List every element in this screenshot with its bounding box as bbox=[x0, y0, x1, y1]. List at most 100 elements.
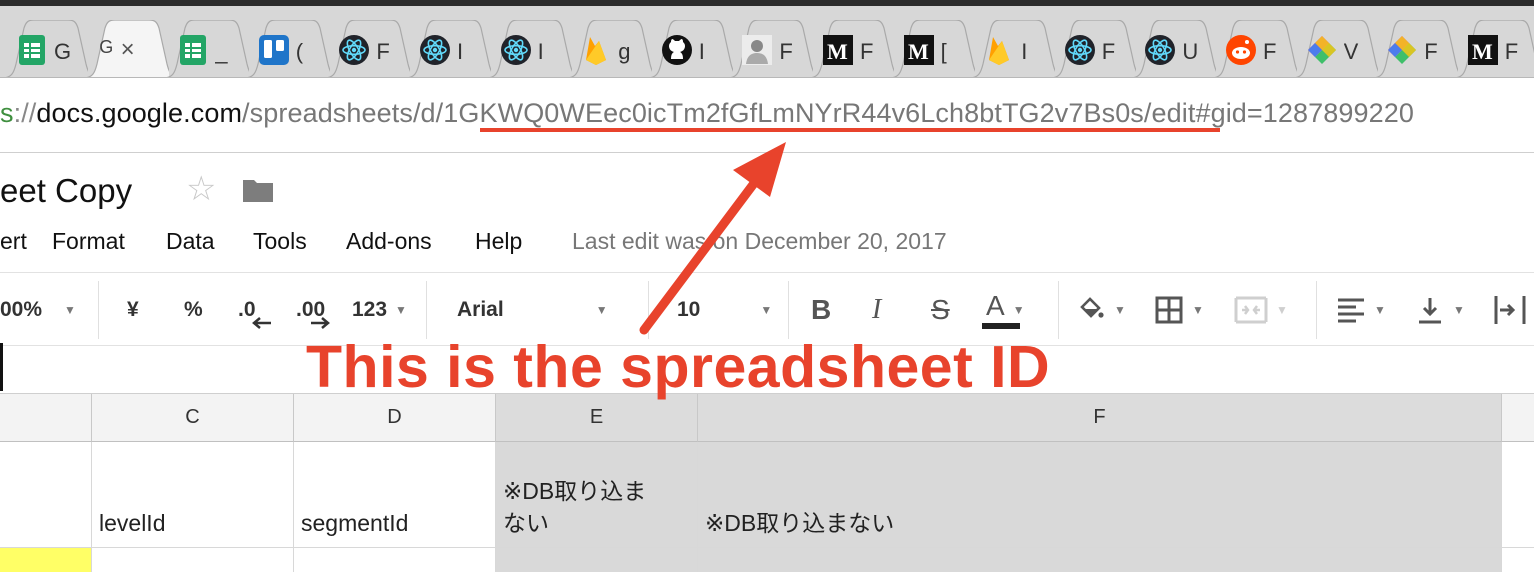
react-icon bbox=[419, 34, 451, 66]
last-edit-link[interactable]: Last edit was on December 20, 2017 bbox=[572, 228, 947, 255]
chevron-down-icon: ▼ bbox=[595, 303, 608, 317]
toolbar-divider bbox=[1058, 281, 1059, 339]
percent-button[interactable]: % bbox=[184, 273, 203, 347]
vertical-align-button[interactable]: ▼ bbox=[1415, 273, 1465, 347]
medium-icon: M bbox=[822, 34, 854, 66]
cell-g1[interactable] bbox=[1502, 442, 1534, 548]
folder-icon[interactable] bbox=[242, 177, 274, 203]
column-header-c[interactable]: C bbox=[92, 394, 294, 442]
tab-title: F bbox=[376, 39, 390, 64]
merge-cells-icon bbox=[1234, 296, 1268, 324]
tab-title: I bbox=[1021, 39, 1028, 64]
cell-e1[interactable]: ※DB取り込ま ない bbox=[496, 442, 698, 548]
browser-tab-18[interactable]: MF bbox=[1453, 20, 1534, 77]
url-text[interactable]: s://docs.google.com/spreadsheets/d/1GKWQ… bbox=[0, 98, 1414, 129]
tab-title: I bbox=[698, 39, 705, 64]
borders-button[interactable]: ▼ bbox=[1154, 273, 1204, 347]
browser-tab-16[interactable]: V bbox=[1292, 20, 1378, 77]
menu-tools[interactable]: Tools bbox=[253, 228, 307, 255]
browser-tab-17[interactable]: F bbox=[1372, 20, 1459, 77]
paint-bucket-icon bbox=[1080, 297, 1104, 318]
star-icon[interactable]: ☆ bbox=[186, 172, 216, 206]
browser-tab-9[interactable]: F bbox=[727, 20, 814, 77]
menu-addons[interactable]: Add-ons bbox=[346, 228, 432, 255]
browser-tab-7[interactable]: g bbox=[566, 20, 653, 77]
browser-tab-2[interactable]: _ bbox=[163, 20, 250, 77]
horizontal-align-button[interactable]: ▼ bbox=[1336, 273, 1386, 347]
cell-d1[interactable]: segmentId bbox=[294, 442, 496, 548]
browser-tab-4[interactable]: F bbox=[324, 20, 411, 77]
browser-tab-11[interactable]: M[ bbox=[889, 20, 975, 77]
cell-b1[interactable] bbox=[0, 442, 92, 548]
cell-d2[interactable] bbox=[294, 548, 496, 572]
tab-title: I bbox=[457, 39, 464, 64]
tab-title: F bbox=[1101, 39, 1116, 64]
menu-format[interactable]: Format bbox=[52, 228, 125, 255]
text-color-label: A bbox=[986, 290, 1005, 321]
chevron-down-icon: ▼ bbox=[395, 303, 407, 317]
github-icon bbox=[661, 34, 693, 66]
tab-title: _ bbox=[215, 39, 228, 64]
colorful-icon bbox=[1306, 34, 1338, 66]
trello-icon bbox=[258, 34, 290, 66]
tab-title: F bbox=[779, 39, 793, 64]
text-wrap-button[interactable] bbox=[1493, 273, 1527, 347]
chevron-down-icon: ▼ bbox=[1453, 303, 1465, 317]
avatar-icon bbox=[741, 34, 773, 66]
close-icon[interactable]: × bbox=[121, 36, 135, 64]
browser-tab-10[interactable]: MF bbox=[808, 20, 894, 77]
cell-c2[interactable] bbox=[92, 548, 294, 572]
browser-tab-6[interactable]: I bbox=[486, 20, 572, 77]
column-header-f[interactable]: F bbox=[698, 394, 1502, 442]
cell-f1[interactable]: ※DB取り込まない bbox=[698, 442, 1502, 548]
browser-tab-3[interactable]: ( bbox=[244, 20, 330, 77]
medium-icon: M bbox=[1467, 34, 1499, 66]
column-header-g[interactable] bbox=[1502, 394, 1534, 442]
browser-tab-1[interactable]: G × bbox=[83, 20, 169, 77]
zoom-value: 00% bbox=[0, 298, 43, 321]
decrease-decimal-button[interactable]: .0 bbox=[238, 273, 271, 347]
react-icon bbox=[1144, 34, 1176, 66]
address-bar[interactable]: s://docs.google.com/spreadsheets/d/1GKWQ… bbox=[0, 79, 1534, 153]
toolbar-divider bbox=[648, 281, 649, 339]
firebase-icon bbox=[983, 34, 1015, 66]
cell-e1-line2: ない bbox=[503, 509, 549, 536]
browser-tab-0[interactable]: G bbox=[2, 20, 88, 77]
chevron-down-icon: ▼ bbox=[1012, 303, 1025, 317]
browser-tab-13[interactable]: F bbox=[1050, 20, 1136, 77]
cell-e2[interactable] bbox=[496, 548, 698, 572]
menu-help[interactable]: Help bbox=[475, 228, 522, 255]
url-path-suffix: /edit#gid=1287899220 bbox=[1143, 98, 1414, 128]
browser-tab-12[interactable]: I bbox=[969, 20, 1056, 77]
browser-tab-5[interactable]: I bbox=[405, 20, 491, 77]
cell-g2[interactable] bbox=[1502, 548, 1534, 572]
cell-c1[interactable]: levelId bbox=[92, 442, 294, 548]
cell-f2[interactable] bbox=[698, 548, 1502, 572]
chevron-down-icon: ▼ bbox=[64, 303, 76, 317]
zoom-select[interactable]: 00% ▼ bbox=[0, 273, 76, 347]
cell-e1-text: ※DB取り込ま ない bbox=[503, 475, 646, 539]
browser-tab-15[interactable]: F bbox=[1211, 20, 1297, 77]
align-left-icon bbox=[1338, 298, 1364, 323]
firebase-icon bbox=[580, 34, 612, 66]
column-header-e[interactable]: E bbox=[496, 394, 698, 442]
column-header-d[interactable]: D bbox=[294, 394, 496, 442]
react-icon bbox=[500, 34, 532, 66]
cell-b2[interactable] bbox=[0, 548, 92, 572]
chevron-down-icon: ▼ bbox=[1192, 303, 1204, 317]
text-cursor bbox=[0, 343, 3, 391]
toolbar-divider bbox=[426, 281, 427, 339]
column-header-b[interactable] bbox=[0, 394, 92, 442]
toolbar-divider bbox=[1316, 281, 1317, 339]
react-icon bbox=[1064, 34, 1096, 66]
borders-icon bbox=[1155, 296, 1183, 324]
menu-insert[interactable]: ert bbox=[0, 228, 27, 255]
font-size-value: 10 bbox=[677, 298, 701, 321]
browser-tab-14[interactable]: U bbox=[1130, 20, 1217, 77]
fill-color-button[interactable]: ▼ bbox=[1076, 273, 1126, 347]
menu-data[interactable]: Data bbox=[166, 228, 215, 255]
browser-tab-8[interactable]: I bbox=[647, 20, 733, 77]
document-title[interactable]: eet Copy bbox=[0, 172, 132, 210]
currency-button[interactable]: ¥ bbox=[127, 273, 139, 347]
url-host: docs.google.com bbox=[36, 98, 243, 128]
